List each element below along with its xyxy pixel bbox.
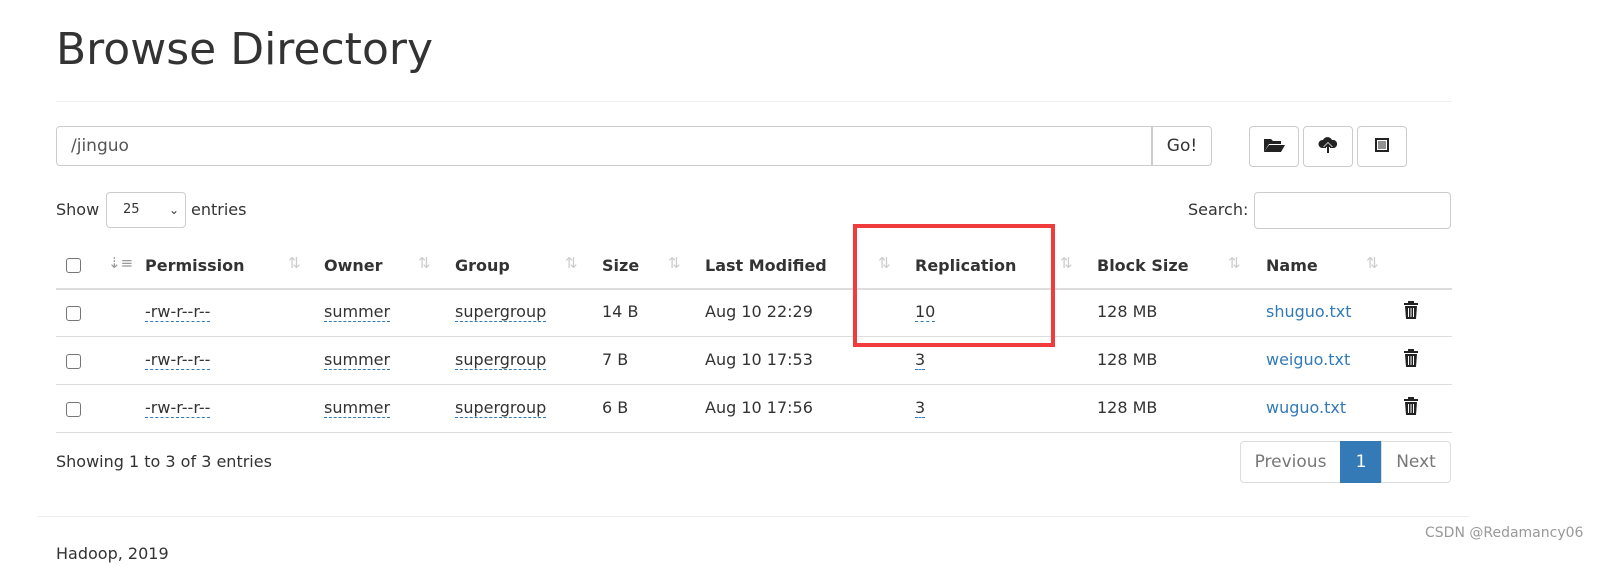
cell-owner[interactable]: summer [324,302,391,322]
sort-icon[interactable]: ⇅ [1060,254,1073,272]
cell-permission[interactable]: -rw-r--r-- [145,350,211,370]
folder-open-icon [1263,137,1285,157]
watermark: CSDN @Redamancy06 [1425,525,1584,541]
row-checkbox[interactable] [66,354,81,369]
cell-size: 14 B [602,302,639,321]
column-header[interactable]: Owner [324,256,383,275]
go-button[interactable]: Go! [1152,126,1212,166]
row-checkbox[interactable] [66,306,81,321]
next-button[interactable]: Next [1381,441,1451,483]
list-alt-icon [1374,137,1390,157]
sort-icon[interactable]: ⇅ [1228,254,1241,272]
cell-block: 128 MB [1097,350,1158,369]
cell-name[interactable]: weiguo.txt [1266,350,1350,369]
cell-name[interactable]: shuguo.txt [1266,302,1352,321]
cell-block: 128 MB [1097,398,1158,417]
trash-icon[interactable] [1403,348,1419,372]
search-input[interactable] [1254,192,1451,229]
page-1-button[interactable]: 1 [1340,441,1382,483]
cell-name[interactable]: wuguo.txt [1266,398,1346,417]
sort-icon[interactable]: ⇅ [565,254,578,272]
column-header[interactable]: Name [1266,256,1318,275]
sort-icon[interactable]: ⇅ [668,254,681,272]
sort-icon[interactable]: ⇅ [1366,254,1379,272]
cell-size: 7 B [602,350,629,369]
create-directory-button[interactable] [1249,126,1299,167]
cell-block: 128 MB [1097,302,1158,321]
cell-modified: Aug 10 22:29 [705,302,813,321]
upload-button[interactable] [1303,126,1353,167]
table-info: Showing 1 to 3 of 3 entries [56,452,272,471]
sort-icon[interactable]: ⇅ [288,254,301,272]
trash-icon[interactable] [1403,396,1419,420]
sort-icon[interactable]: ⇅ [418,254,431,272]
cell-modified: Aug 10 17:53 [705,350,813,369]
cell-replication[interactable]: 3 [915,350,926,370]
divider [56,101,1452,102]
cell-group[interactable]: supergroup [455,398,547,418]
cell-owner[interactable]: summer [324,350,391,370]
show-label: Show [56,200,100,219]
column-header[interactable]: Permission [145,256,245,275]
entries-select[interactable]: 25 ⌄ [106,192,186,228]
highlight-box [853,224,1055,347]
cell-replication[interactable]: 3 [915,398,926,418]
chevron-down-icon: ⌄ [168,203,179,217]
footer: Hadoop, 2019 [56,544,169,563]
entries-value: 25 [123,202,140,217]
cell-owner[interactable]: summer [324,398,391,418]
cut-paste-button[interactable] [1357,126,1407,167]
cell-group[interactable]: supergroup [455,302,547,322]
cloud-upload-icon [1318,136,1338,158]
column-header[interactable]: Size [602,256,639,275]
cell-permission[interactable]: -rw-r--r-- [145,302,211,322]
previous-button[interactable]: Previous [1240,441,1341,483]
trash-icon[interactable] [1403,300,1419,324]
column-header[interactable]: Block Size [1097,256,1189,275]
search-label: Search: [1188,200,1249,219]
cell-size: 6 B [602,398,629,417]
path-input[interactable]: /jinguo [56,126,1152,166]
row-checkbox[interactable] [66,402,81,417]
cell-permission[interactable]: -rw-r--r-- [145,398,211,418]
column-header[interactable]: Group [455,256,510,275]
entries-label: entries [191,200,247,219]
page-title: Browse Directory [56,24,433,75]
cell-group[interactable]: supergroup [455,350,547,370]
select-all-checkbox[interactable] [66,258,81,273]
sort-asc-icon[interactable]: ⇣≡ [108,254,133,272]
column-header[interactable]: Last Modified [705,256,827,275]
cell-modified: Aug 10 17:56 [705,398,813,417]
